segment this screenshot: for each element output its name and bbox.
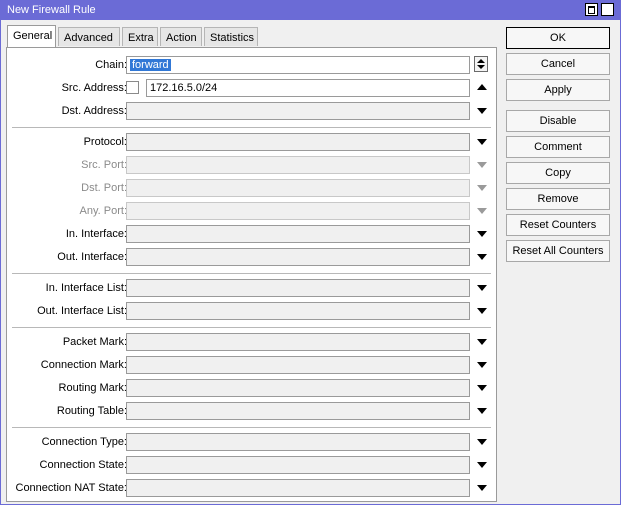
tab-extra[interactable]: Extra [122, 27, 158, 46]
in-interface-list-input[interactable] [126, 279, 470, 297]
dst-address-input[interactable] [126, 102, 470, 120]
row-packet-mark: Packet Mark: [7, 333, 496, 352]
row-connection-state: Connection State: [7, 456, 496, 475]
remove-button[interactable]: Remove [506, 188, 610, 210]
reset-counters-button[interactable]: Reset Counters [506, 214, 610, 236]
out-interface-list-dropdown-icon[interactable] [477, 308, 487, 314]
protocol-input[interactable] [126, 133, 470, 151]
out-interface-dropdown-icon[interactable] [477, 254, 487, 260]
chain-dropdown-button[interactable] [474, 56, 488, 72]
connection-state-input[interactable] [126, 456, 470, 474]
dst-address-label: Dst. Address: [61, 105, 127, 117]
row-dst-port: Dst. Port: [7, 179, 496, 198]
routing-table-label: Routing Table: [56, 405, 127, 417]
out-interface-list-input[interactable] [126, 302, 470, 320]
in-interface-dropdown-icon[interactable] [477, 231, 487, 237]
packet-mark-label: Packet Mark: [62, 336, 127, 348]
ok-button[interactable]: OK [506, 27, 610, 49]
row-routing-mark: Routing Mark: [7, 379, 496, 398]
connection-mark-label: Connection Mark: [40, 359, 127, 371]
connection-type-label: Connection Type: [41, 436, 127, 448]
window-title: New Firewall Rule [7, 4, 96, 16]
dst-port-label: Dst. Port: [81, 182, 127, 194]
src-address-value: 172.16.5.0/24 [150, 82, 218, 94]
dst-port-dropdown-icon[interactable] [477, 185, 487, 191]
src-address-input[interactable]: 172.16.5.0/24 [146, 79, 470, 97]
tab-statistics[interactable]: Statistics [204, 27, 258, 46]
out-interface-list-label: Out. Interface List: [37, 305, 127, 317]
src-port-label: Src. Port: [81, 159, 127, 171]
chain-label: Chain: [95, 59, 127, 71]
row-src-address: Src. Address: 172.16.5.0/24 [7, 79, 496, 98]
routing-mark-dropdown-icon[interactable] [477, 385, 487, 391]
row-connection-mark: Connection Mark: [7, 356, 496, 375]
dst-port-input[interactable] [126, 179, 470, 197]
row-out-interface: Out. Interface: [7, 248, 496, 267]
any-port-dropdown-icon[interactable] [477, 208, 487, 214]
close-icon[interactable]: × [601, 3, 614, 16]
chain-input[interactable]: forward [126, 56, 470, 74]
in-interface-label: In. Interface: [65, 228, 127, 240]
row-chain: Chain: forward [7, 56, 496, 75]
src-address-label: Src. Address: [61, 82, 127, 94]
row-any-port: Any. Port: [7, 202, 496, 221]
cancel-button[interactable]: Cancel [506, 53, 610, 75]
separator [12, 427, 491, 428]
connection-nat-state-input[interactable] [126, 479, 470, 497]
out-interface-label: Out. Interface: [57, 251, 127, 263]
in-interface-input[interactable] [126, 225, 470, 243]
any-port-label: Any. Port: [79, 205, 127, 217]
general-panel: Chain: forward Src. Address: 172.16.5.0/… [6, 47, 497, 502]
connection-state-dropdown-icon[interactable] [477, 462, 487, 468]
connection-type-dropdown-icon[interactable] [477, 439, 487, 445]
src-port-dropdown-icon[interactable] [477, 162, 487, 168]
chain-value: forward [130, 59, 171, 71]
disable-button[interactable]: Disable [506, 110, 610, 132]
row-out-interface-list: Out. Interface List: [7, 302, 496, 321]
out-interface-input[interactable] [126, 248, 470, 266]
connection-mark-input[interactable] [126, 356, 470, 374]
connection-nat-state-label: Connection NAT State: [15, 482, 128, 494]
row-src-port: Src. Port: [7, 156, 496, 175]
row-in-interface-list: In. Interface List: [7, 279, 496, 298]
connection-type-input[interactable] [126, 433, 470, 451]
src-port-input[interactable] [126, 156, 470, 174]
row-connection-nat-state: Connection NAT State: [7, 479, 496, 498]
in-interface-list-label: In. Interface List: [45, 282, 127, 294]
firewall-rule-window: New Firewall Rule × General Advanced Ext… [0, 0, 621, 505]
protocol-dropdown-icon[interactable] [477, 139, 487, 145]
src-address-collapse-icon[interactable] [477, 84, 487, 90]
tab-advanced[interactable]: Advanced [58, 27, 120, 46]
separator [12, 327, 491, 328]
any-port-input[interactable] [126, 202, 470, 220]
routing-mark-input[interactable] [126, 379, 470, 397]
routing-table-dropdown-icon[interactable] [477, 408, 487, 414]
apply-button[interactable]: Apply [506, 79, 610, 101]
routing-mark-label: Routing Mark: [58, 382, 127, 394]
separator [12, 273, 491, 274]
copy-button[interactable]: Copy [506, 162, 610, 184]
dst-address-dropdown-icon[interactable] [477, 108, 487, 114]
connection-state-label: Connection State: [39, 459, 127, 471]
tab-action[interactable]: Action [160, 27, 202, 46]
reset-all-counters-button[interactable]: Reset All Counters [506, 240, 610, 262]
row-dst-address: Dst. Address: [7, 102, 496, 121]
title-bar[interactable]: New Firewall Rule × [1, 0, 620, 20]
src-address-negate-checkbox[interactable] [126, 81, 139, 94]
packet-mark-input[interactable] [126, 333, 470, 351]
in-interface-list-dropdown-icon[interactable] [477, 285, 487, 291]
row-protocol: Protocol: [7, 133, 496, 152]
routing-table-input[interactable] [126, 402, 470, 420]
connection-nat-state-dropdown-icon[interactable] [477, 485, 487, 491]
separator [12, 127, 491, 128]
comment-button[interactable]: Comment [506, 136, 610, 158]
row-routing-table: Routing Table: [7, 402, 496, 421]
tab-general[interactable]: General [7, 25, 56, 47]
row-connection-type: Connection Type: [7, 433, 496, 452]
maximize-icon[interactable] [585, 3, 598, 16]
connection-mark-dropdown-icon[interactable] [477, 362, 487, 368]
row-in-interface: In. Interface: [7, 225, 496, 244]
packet-mark-dropdown-icon[interactable] [477, 339, 487, 345]
protocol-label: Protocol: [83, 136, 127, 148]
